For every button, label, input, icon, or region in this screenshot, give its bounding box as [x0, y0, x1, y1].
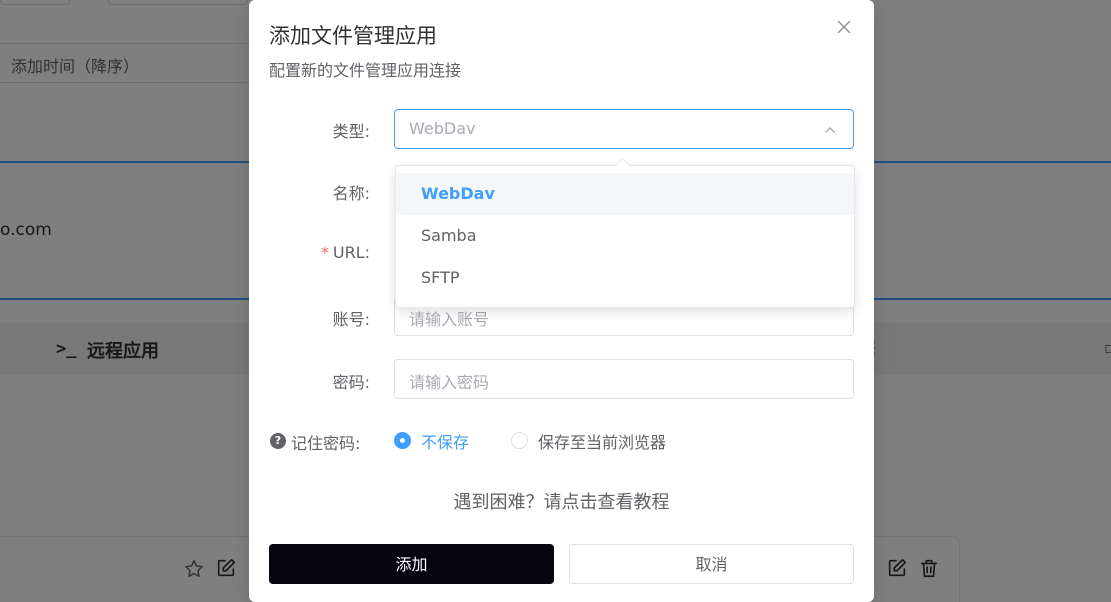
- cancel-button[interactable]: 取消: [569, 544, 854, 584]
- url-label-text: URL:: [332, 243, 370, 262]
- type-label: 类型:: [332, 122, 370, 141]
- chevron-up-icon[interactable]: [823, 123, 837, 137]
- add-button[interactable]: 添加: [269, 544, 554, 584]
- dialog-title: 添加文件管理应用: [269, 24, 437, 48]
- password-input[interactable]: 请输入密码: [394, 359, 854, 399]
- type-dropdown: WebDav Samba SFTP: [395, 157, 855, 308]
- radio-dot-checked[interactable]: [394, 432, 411, 449]
- close-icon[interactable]: [833, 16, 855, 38]
- required-mark: *: [320, 243, 329, 262]
- account-label: 账号:: [332, 310, 370, 329]
- dropdown-option-samba[interactable]: Samba: [396, 215, 854, 257]
- dropdown-option-sftp[interactable]: SFTP: [396, 257, 854, 299]
- type-select-value: WebDav: [409, 119, 476, 138]
- password-placeholder: 请输入密码: [409, 373, 490, 392]
- remember-password-label: 记住密码:: [291, 434, 361, 453]
- url-label: * URL:: [260, 243, 370, 262]
- radio-save-browser[interactable]: 保存至当前浏览器: [511, 432, 691, 452]
- dialog-subtitle: 配置新的文件管理应用连接: [269, 61, 462, 80]
- radio-dont-save[interactable]: 不保存: [394, 432, 484, 452]
- app-screen: 添加时间（降序） o.com >_ 远程应用 ⋮ ▫ 添加文件管: [0, 0, 1111, 602]
- type-select[interactable]: WebDav: [394, 109, 854, 149]
- radio-dot-unchecked[interactable]: [511, 432, 528, 449]
- password-label: 密码:: [332, 373, 370, 392]
- radio-label-dont-save: 不保存: [421, 433, 470, 452]
- help-icon[interactable]: ?: [270, 433, 286, 449]
- name-label: 名称:: [332, 184, 370, 203]
- account-placeholder: 请输入账号: [409, 310, 490, 329]
- dropdown-option-webdav[interactable]: WebDav: [396, 173, 854, 215]
- radio-label-save-browser: 保存至当前浏览器: [538, 433, 667, 452]
- tutorial-link[interactable]: 遇到困难？请点击查看教程: [249, 488, 874, 514]
